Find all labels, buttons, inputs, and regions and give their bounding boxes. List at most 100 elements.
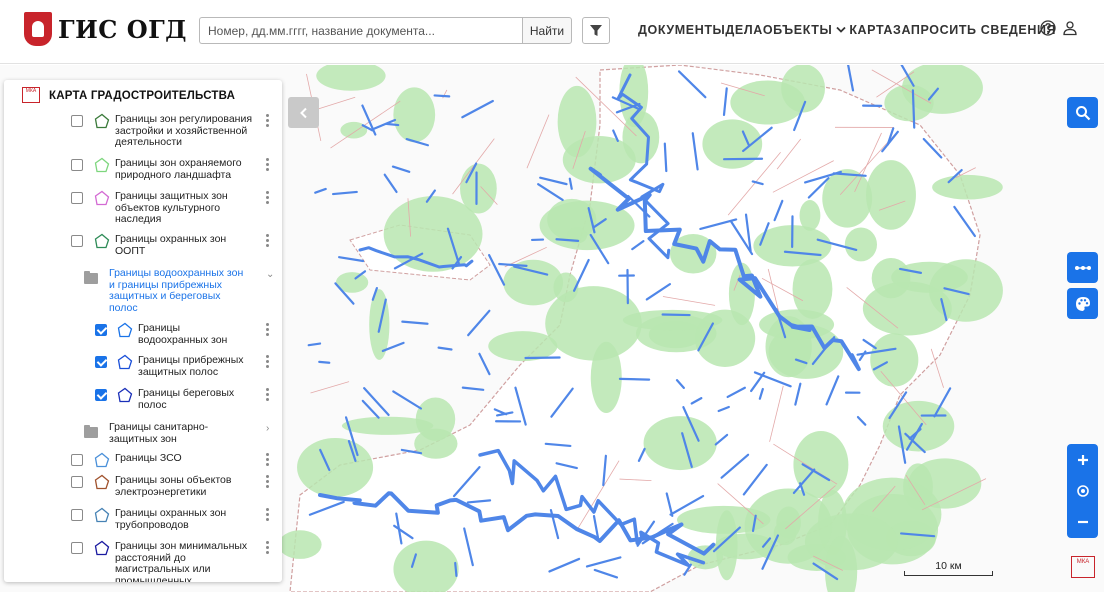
green-area	[932, 174, 1003, 200]
layer-label: наследия	[115, 213, 162, 225]
zoom-out-button[interactable]	[1067, 506, 1098, 537]
green-area	[622, 111, 660, 164]
layer-label: полос	[109, 301, 138, 314]
moscow-emblem-icon	[24, 12, 52, 46]
tributary-line	[361, 399, 380, 419]
layer-checkbox[interactable]	[95, 356, 107, 368]
tributary-line	[488, 254, 506, 286]
layer-label: деятельности	[115, 136, 182, 148]
folder-icon	[84, 425, 98, 438]
main-nav: ДОКУМЕНТЫ ДЕЛА ОБЪЕКТЫ КАРТА ЗАПРОСИТЬ С…	[638, 23, 1056, 37]
layer-checkbox[interactable]	[71, 159, 83, 171]
locate-icon	[1076, 484, 1089, 497]
tributary-line	[391, 165, 411, 173]
layer-menu-icon[interactable]	[265, 114, 271, 128]
layer-checkbox[interactable]	[71, 509, 83, 521]
layer-menu-icon[interactable]	[265, 323, 271, 337]
layer-menu-icon[interactable]	[265, 234, 271, 248]
tributary-line	[363, 387, 390, 417]
layer-menu-icon[interactable]	[265, 388, 271, 402]
header: ГИС ОГД Найти ДОКУМЕНТЫ ДЕЛА ОБЪЕКТЫ КАР…	[0, 0, 1104, 64]
layer-menu-icon[interactable]	[265, 508, 271, 522]
palette-button[interactable]	[1067, 288, 1098, 319]
tributary-line	[314, 187, 327, 194]
layer-checkbox[interactable]	[71, 115, 83, 127]
layer-label: полос	[138, 398, 167, 411]
layer-polygon-icon	[94, 157, 110, 173]
layer-menu-icon[interactable]	[265, 158, 271, 172]
layer-checkbox[interactable]	[71, 476, 83, 488]
road-line	[310, 381, 350, 394]
nav-cases[interactable]: ДЕЛА	[725, 23, 762, 37]
chevron-left-icon	[299, 107, 307, 118]
green-area	[557, 85, 597, 158]
layer-checkbox[interactable]	[71, 192, 83, 204]
nav-documents[interactable]: ДОКУМЕНТЫ	[638, 23, 725, 37]
layer-polygon-icon	[94, 474, 110, 490]
zoom-in-button[interactable]	[1067, 444, 1098, 475]
layer-menu-icon[interactable]	[265, 541, 271, 555]
layer-checkbox[interactable]	[71, 454, 83, 466]
layer-checkbox[interactable]	[71, 542, 83, 554]
layer-label: защитных и береговых	[109, 290, 221, 302]
layer-checkbox[interactable]	[71, 235, 83, 247]
tributary-line	[461, 99, 494, 119]
logo[interactable]: ГИС ОГД	[24, 12, 187, 46]
header-icons	[1040, 20, 1078, 36]
search-icon	[1075, 105, 1090, 120]
chevron-down-icon[interactable]: ⌄	[266, 269, 274, 280]
green-area	[822, 169, 873, 228]
help-icon[interactable]	[1040, 20, 1056, 36]
layer-polygon-icon	[117, 387, 133, 403]
layer-menu-icon[interactable]	[265, 355, 271, 369]
green-area	[393, 87, 436, 143]
nav-map[interactable]: КАРТА	[849, 23, 893, 37]
green-area	[643, 416, 717, 471]
layer-label: Границы ЗСО	[115, 452, 182, 464]
layer-label: Границы прибрежных	[138, 354, 244, 366]
green-area	[908, 458, 982, 509]
tributary-line	[663, 142, 668, 173]
layer-label: защитных зон	[109, 432, 177, 445]
tributary-line	[433, 94, 451, 98]
layer-polygon-icon	[117, 322, 133, 338]
tributary-line	[383, 173, 398, 194]
layer-menu-icon[interactable]	[265, 475, 271, 489]
layer-label: Границы зоны объектов	[115, 474, 232, 486]
chevron-down-icon[interactable]	[836, 26, 846, 34]
green-area	[870, 333, 919, 387]
layer-label: Границы береговых	[138, 387, 235, 399]
layer-polygon-icon	[94, 113, 110, 129]
user-icon[interactable]	[1062, 20, 1078, 36]
more-button[interactable]	[1067, 252, 1098, 283]
search-button[interactable]: Найти	[522, 17, 572, 44]
locate-button[interactable]	[1067, 475, 1098, 506]
collapse-panel-button[interactable]	[288, 97, 319, 128]
search-input[interactable]	[199, 17, 522, 44]
layer-menu-icon[interactable]	[265, 191, 271, 205]
layer-label: Границы водоохранных зон	[109, 267, 244, 279]
tributary-line	[467, 309, 491, 337]
green-area	[871, 257, 911, 299]
filter-button[interactable]	[582, 17, 610, 44]
layer-polygon-icon	[94, 233, 110, 249]
layer-polygon-icon	[94, 507, 110, 523]
nav-request-info[interactable]: ЗАПРОСИТЬ СВЕДЕНИЯ	[893, 23, 1056, 37]
zoom-controls	[1067, 444, 1098, 538]
nav-objects[interactable]: ОБЪЕКТЫ	[763, 23, 832, 37]
layer-label: защитных полос	[138, 365, 219, 378]
layer-checkbox[interactable]	[95, 389, 107, 401]
layer-menu-icon[interactable]	[265, 453, 271, 467]
tributary-line	[539, 176, 568, 186]
tributary-line	[437, 346, 453, 351]
layer-label: промышленных	[115, 574, 192, 582]
chevron-right-icon[interactable]: ›	[266, 423, 269, 434]
layer-label: природного ландшафта	[115, 168, 232, 181]
green-area	[929, 259, 1003, 322]
map-search-button[interactable]	[1067, 97, 1098, 128]
tributary-line	[847, 65, 855, 92]
palette-icon	[1075, 296, 1090, 311]
layer-checkbox[interactable]	[95, 324, 107, 336]
app: ГИС ОГД Найти ДОКУМЕНТЫ ДЕЛА ОБЪЕКТЫ КАР…	[0, 0, 1104, 592]
green-area	[316, 65, 386, 91]
